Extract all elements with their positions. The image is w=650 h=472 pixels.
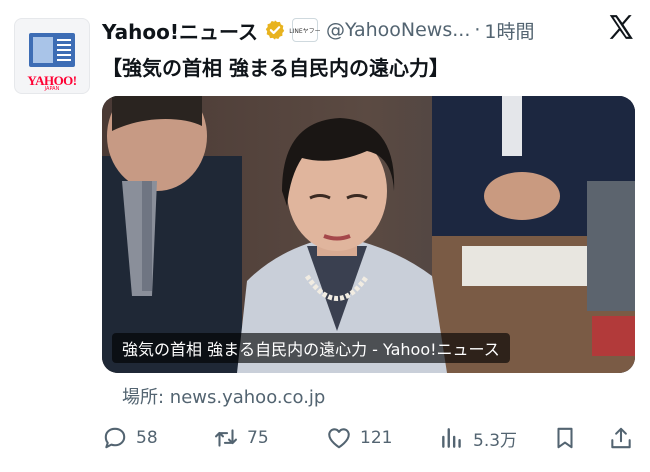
like-icon — [328, 428, 350, 449]
article-photo — [102, 96, 635, 373]
handle[interactable]: @YahooNews... — [326, 19, 470, 41]
like-button[interactable]: 121 — [326, 420, 392, 456]
bookmark-icon — [557, 427, 573, 449]
affiliation-badge[interactable]: LINEヤフー — [289, 18, 321, 42]
media-caption: 強気の首相 強まる自民内の遠心力 - Yahoo!ニュース — [112, 333, 510, 363]
views-count: 5.3万 — [473, 430, 518, 451]
action-bar: 58 75 121 5.3万 — [102, 420, 636, 456]
tweet-text: 【強気の首相 強まる自民内の遠心力】 — [102, 56, 449, 80]
repost-icon — [215, 429, 237, 447]
link-source[interactable]: 場所: news.yahoo.co.jp — [122, 383, 325, 409]
repost-button[interactable]: 75 — [213, 420, 269, 456]
reply-count: 58 — [136, 428, 158, 448]
news-screen-icon — [29, 33, 75, 67]
views-button[interactable]: 5.3万 — [439, 420, 517, 456]
avatar-logo-sub: JAPAN — [44, 86, 60, 92]
like-count: 121 — [360, 428, 393, 448]
bookmark-button[interactable] — [552, 420, 578, 456]
x-logo-icon[interactable] — [606, 12, 636, 42]
verified-badge-icon[interactable] — [264, 19, 286, 41]
share-icon — [611, 427, 631, 449]
reply-button[interactable]: 58 — [102, 420, 158, 456]
avatar[interactable]: YAHOO! JAPAN — [14, 18, 90, 94]
media-card[interactable]: 強気の首相 強まる自民内の遠心力 - Yahoo!ニュース — [102, 96, 635, 373]
timestamp[interactable]: 1時間 — [484, 17, 534, 44]
separator-dot: · — [474, 19, 481, 41]
share-button[interactable] — [608, 420, 634, 456]
reply-icon — [104, 427, 126, 449]
repost-count: 75 — [247, 428, 269, 448]
views-icon — [442, 428, 461, 448]
tweet-header: Yahoo!ニュース LINEヤフー @YahooNews... · 1時間 — [102, 14, 628, 46]
display-name[interactable]: Yahoo!ニュース — [102, 16, 258, 45]
